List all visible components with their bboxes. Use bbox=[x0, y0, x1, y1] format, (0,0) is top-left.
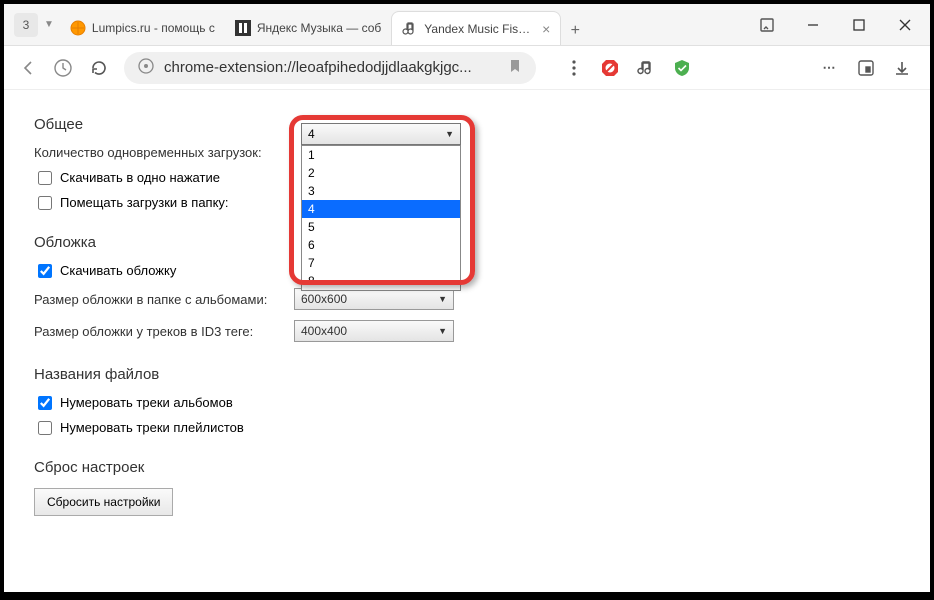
pause-icon bbox=[235, 20, 251, 36]
reset-settings-button[interactable]: Сбросить настройки bbox=[34, 488, 173, 516]
select-value: 4 bbox=[308, 127, 315, 141]
minimize-button[interactable] bbox=[792, 9, 834, 41]
dropdown-option[interactable]: 6 bbox=[302, 236, 460, 254]
album-cover-size-label: Размер обложки в папке с альбомами: bbox=[34, 292, 294, 307]
dropdown-option[interactable]: 2 bbox=[302, 164, 460, 182]
dropdown-option[interactable]: 7 bbox=[302, 254, 460, 272]
close-icon[interactable]: × bbox=[542, 21, 550, 37]
reader-icon[interactable] bbox=[746, 9, 788, 41]
download-cover-label[interactable]: Скачивать обложку bbox=[60, 263, 176, 278]
one-click-label[interactable]: Скачивать в одно нажатие bbox=[60, 170, 220, 185]
address-bar[interactable]: chrome-extension://leoafpihedodjjdlaakgk… bbox=[124, 52, 536, 84]
number-playlists-checkbox[interactable] bbox=[38, 421, 52, 435]
album-cover-size-select[interactable]: 600x600 ▼ bbox=[294, 288, 454, 310]
dropdown-option[interactable]: 1 bbox=[302, 146, 460, 164]
tab-label: Yandex Music Fisher bbox=[424, 22, 532, 36]
tab-label: Яндекс Музыка — соб bbox=[257, 21, 381, 35]
more-icon[interactable]: ⋯ bbox=[820, 58, 840, 78]
concurrent-downloads-label: Количество одновременных загрузок: bbox=[34, 145, 294, 160]
titlebar: 3 ▼ Lumpics.ru - помощь с Яндекс Музыка … bbox=[4, 4, 930, 46]
section-filenames-title: Названия файлов bbox=[34, 366, 900, 383]
chevron-down-icon[interactable]: ▼ bbox=[44, 19, 54, 30]
adblock-icon[interactable] bbox=[600, 58, 620, 78]
dropdown-list: 1 2 3 4 5 6 7 8 bbox=[301, 145, 461, 291]
dropdown-option[interactable]: 3 bbox=[302, 182, 460, 200]
close-window-button[interactable] bbox=[884, 9, 926, 41]
tab-extension-settings[interactable]: Yandex Music Fisher × bbox=[391, 11, 561, 45]
chevron-down-icon: ▼ bbox=[438, 326, 447, 336]
chevron-down-icon: ▼ bbox=[438, 294, 447, 304]
download-cover-checkbox[interactable] bbox=[38, 264, 52, 278]
sidebar-icon[interactable] bbox=[856, 58, 876, 78]
section-reset-title: Сброс настроек bbox=[34, 459, 900, 476]
number-albums-label[interactable]: Нумеровать треки альбомов bbox=[60, 395, 233, 410]
id3-cover-size-label: Размер обложки у треков в ID3 теге: bbox=[34, 324, 294, 339]
menu-dots-icon[interactable] bbox=[564, 58, 584, 78]
shield-icon[interactable] bbox=[672, 58, 692, 78]
music-note-icon bbox=[402, 21, 418, 37]
number-albums-checkbox[interactable] bbox=[38, 396, 52, 410]
tab-lumpics[interactable]: Lumpics.ru - помощь с bbox=[60, 11, 225, 45]
tab-yandex-music[interactable]: Яндекс Музыка — соб bbox=[225, 11, 391, 45]
tabs: Lumpics.ru - помощь с Яндекс Музыка — со… bbox=[60, 4, 746, 45]
dropdown-option[interactable]: 8 bbox=[302, 272, 460, 290]
music-extension-icon[interactable] bbox=[636, 58, 656, 78]
extension-icon bbox=[138, 58, 154, 77]
tab-label: Lumpics.ru - помощь с bbox=[92, 21, 215, 35]
concurrent-downloads-dropdown: 4 ▼ 1 2 3 4 5 6 7 8 bbox=[301, 123, 461, 291]
folder-label[interactable]: Помещать загрузки в папку: bbox=[60, 195, 229, 210]
chevron-down-icon: ▼ bbox=[445, 129, 454, 139]
one-click-checkbox[interactable] bbox=[38, 171, 52, 185]
tab-count-badge[interactable]: 3 bbox=[14, 13, 38, 37]
section-general-title: Общее bbox=[34, 116, 900, 133]
maximize-button[interactable] bbox=[838, 9, 880, 41]
url-text: chrome-extension://leoafpihedodjjdlaakgk… bbox=[164, 59, 498, 76]
id3-cover-size-select[interactable]: 400x400 ▼ bbox=[294, 320, 454, 342]
dropdown-option[interactable]: 4 bbox=[302, 200, 460, 218]
dropdown-option[interactable]: 5 bbox=[302, 218, 460, 236]
concurrent-downloads-select[interactable]: 4 ▼ bbox=[301, 123, 461, 145]
folder-checkbox[interactable] bbox=[38, 196, 52, 210]
downloads-icon[interactable] bbox=[892, 58, 912, 78]
section-cover-title: Обложка bbox=[34, 234, 900, 251]
number-playlists-label[interactable]: Нумеровать треки плейлистов bbox=[60, 420, 244, 435]
back-button[interactable] bbox=[16, 57, 38, 79]
address-bar-row: chrome-extension://leoafpihedodjjdlaakgk… bbox=[4, 46, 930, 90]
yandex-home-icon[interactable] bbox=[52, 57, 74, 79]
settings-content: Общее Количество одновременных загрузок:… bbox=[4, 90, 930, 532]
lumpics-icon bbox=[70, 20, 86, 36]
reload-button[interactable] bbox=[88, 57, 110, 79]
select-value: 600x600 bbox=[301, 292, 347, 306]
bookmark-icon[interactable] bbox=[508, 59, 522, 76]
select-value: 400x400 bbox=[301, 324, 347, 338]
new-tab-button[interactable]: + bbox=[561, 17, 589, 45]
